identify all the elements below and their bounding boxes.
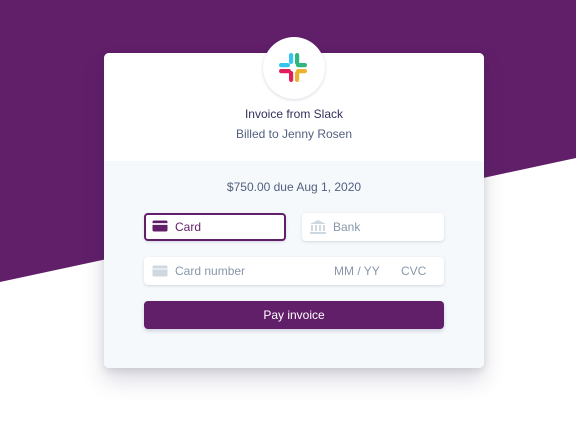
credit-card-icon bbox=[152, 220, 168, 232]
tab-card-label: Card bbox=[175, 220, 202, 234]
tab-bank[interactable]: Bank bbox=[302, 213, 444, 241]
card-expiry-input[interactable]: MM / YY bbox=[334, 264, 380, 278]
credit-card-icon bbox=[152, 265, 168, 277]
pay-invoice-button[interactable]: Pay invoice bbox=[144, 301, 444, 329]
bank-icon bbox=[310, 220, 326, 234]
slack-logo bbox=[263, 37, 325, 99]
billed-to-text: Billed to Jenny Rosen bbox=[235, 127, 353, 141]
invoice-card: Invoice from Slack Billed to Jenny Rosen… bbox=[104, 37, 484, 368]
card-cvc-input[interactable]: CVC bbox=[401, 264, 426, 278]
card-number-input[interactable]: Card number bbox=[175, 264, 245, 278]
amount-due: $750.00 due Aug 1, 2020 bbox=[226, 180, 362, 194]
slack-logo-icon bbox=[279, 53, 307, 82]
invoice-title: Invoice from Slack bbox=[244, 107, 344, 121]
payment-panel: $750.00 due Aug 1, 2020 Card Bank Card n… bbox=[104, 161, 484, 368]
card-details-field[interactable]: Card number MM / YY CVC bbox=[144, 257, 444, 285]
tab-card[interactable]: Card bbox=[144, 213, 286, 241]
invoice-header: Invoice from Slack Billed to Jenny Rosen bbox=[104, 37, 484, 161]
tab-bank-label: Bank bbox=[333, 220, 361, 234]
